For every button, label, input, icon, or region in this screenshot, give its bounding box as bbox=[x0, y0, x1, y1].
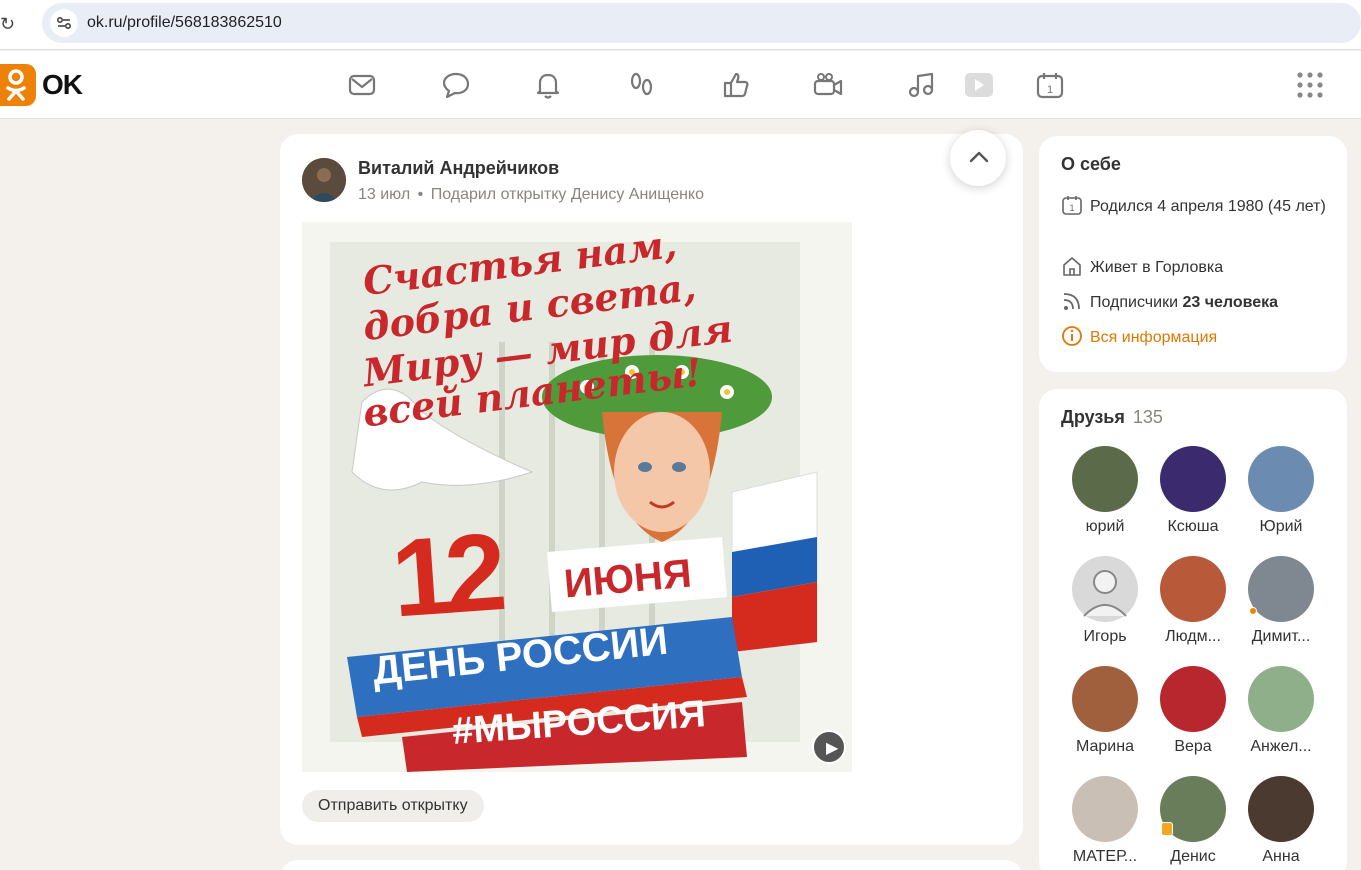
friend-avatar[interactable] bbox=[1248, 666, 1314, 732]
friend-item[interactable]: Вера bbox=[1151, 666, 1235, 776]
location-text: Живет в Горловка bbox=[1090, 259, 1224, 276]
friend-name[interactable]: Анна bbox=[1239, 848, 1323, 866]
friend-item[interactable]: Денис bbox=[1151, 776, 1235, 870]
subscribers-value[interactable]: 23 человека bbox=[1182, 294, 1278, 311]
ok-logo-icon[interactable] bbox=[0, 64, 36, 106]
home-icon bbox=[1061, 255, 1083, 277]
chevron-up-icon bbox=[968, 146, 990, 174]
friend-name[interactable]: Вера bbox=[1151, 738, 1235, 756]
friend-item[interactable]: Димит... bbox=[1239, 556, 1323, 666]
author-avatar[interactable] bbox=[302, 158, 346, 202]
postcard-play-button[interactable]: ▶ bbox=[812, 730, 846, 764]
collapse-button[interactable] bbox=[950, 130, 1006, 186]
all-info-link[interactable]: Вся информация bbox=[1090, 325, 1217, 350]
reload-icon[interactable]: ↻ bbox=[0, 12, 18, 36]
bell-icon[interactable] bbox=[532, 69, 564, 101]
friend-item[interactable]: Игорь bbox=[1063, 556, 1147, 666]
meta-separator: • bbox=[417, 186, 424, 203]
browser-toolbar: ↻ ok.ru/profile/568183862510 bbox=[0, 0, 1361, 50]
friend-avatar[interactable] bbox=[1160, 446, 1226, 512]
friend-name[interactable]: Димит... bbox=[1239, 628, 1323, 646]
mobile-status-icon bbox=[1161, 822, 1173, 836]
birthday-text: Родился 4 апреля 1980 (45 лет) bbox=[1090, 198, 1326, 215]
postcard-day: 12 bbox=[387, 510, 503, 641]
music-icon[interactable] bbox=[906, 69, 938, 101]
site-header: OK 1 bbox=[0, 51, 1361, 119]
friend-name[interactable]: Денис bbox=[1151, 848, 1235, 866]
url-text[interactable]: ok.ru/profile/568183862510 bbox=[87, 14, 282, 32]
friend-name[interactable]: Юрий bbox=[1239, 518, 1323, 536]
friend-item[interactable]: МАТЕР... bbox=[1063, 776, 1147, 870]
friends-card: Друзья 135 юрий Ксюша Юрий Игорь Людм... … bbox=[1039, 389, 1347, 870]
online-status-icon bbox=[1249, 607, 1257, 615]
feed-post: Виталий Андрейчиков 13 июл • Подарил отк… bbox=[280, 130, 1023, 845]
next-feed-post bbox=[280, 860, 1023, 870]
site-settings-icon[interactable] bbox=[50, 9, 78, 37]
author-name[interactable]: Виталий Андрейчиков bbox=[358, 158, 559, 179]
calendar-icon: 1 bbox=[1061, 194, 1083, 216]
friend-avatar[interactable] bbox=[1248, 446, 1314, 512]
subscribers-text: Подписчики 23 человека bbox=[1090, 290, 1278, 315]
play-icon[interactable] bbox=[962, 69, 994, 101]
friend-name[interactable]: Анжел... bbox=[1239, 738, 1323, 756]
rss-icon bbox=[1061, 290, 1083, 312]
friend-name[interactable]: юрий bbox=[1063, 518, 1147, 536]
post-action: Подарил открытку Денису Анищенко bbox=[430, 186, 705, 203]
svg-text:1: 1 bbox=[1069, 203, 1074, 213]
friend-item[interactable]: юрий bbox=[1063, 446, 1147, 556]
friend-name[interactable]: Ксюша bbox=[1151, 518, 1235, 536]
friend-item[interactable]: Марина bbox=[1063, 666, 1147, 776]
friends-count: 135 bbox=[1132, 407, 1163, 427]
video-camera-icon[interactable] bbox=[812, 69, 844, 101]
info-icon bbox=[1061, 325, 1083, 347]
default-avatar-icon[interactable] bbox=[1072, 556, 1138, 622]
mail-icon[interactable] bbox=[346, 69, 378, 101]
postcard-image[interactable]: Счастья нам, добра и света, Миру — мир д… bbox=[302, 222, 852, 772]
friend-item[interactable]: Юрий bbox=[1239, 446, 1323, 556]
friend-name[interactable]: МАТЕР... bbox=[1063, 848, 1147, 866]
friend-avatar[interactable] bbox=[1160, 666, 1226, 732]
svg-text:1: 1 bbox=[1047, 84, 1053, 96]
friend-name[interactable]: Людм... bbox=[1151, 628, 1235, 646]
footprints-icon[interactable] bbox=[626, 69, 658, 101]
friend-name[interactable]: Игорь bbox=[1063, 628, 1147, 646]
friend-item[interactable]: Анжел... bbox=[1239, 666, 1323, 776]
friend-name[interactable]: Марина bbox=[1063, 738, 1147, 756]
logo-text[interactable]: OK bbox=[42, 69, 83, 101]
about-card: О себе 1 Родился 4 апреля 1980 (45 лет) … bbox=[1039, 136, 1347, 372]
friends-label[interactable]: Друзья bbox=[1061, 407, 1125, 427]
friends-title[interactable]: Друзья 135 bbox=[1061, 407, 1163, 428]
friend-avatar[interactable] bbox=[1072, 666, 1138, 732]
friend-avatar[interactable] bbox=[1248, 556, 1314, 622]
post-date[interactable]: 13 июл bbox=[358, 186, 410, 203]
friend-item[interactable]: Ксюша bbox=[1151, 446, 1235, 556]
play-icon: ▶ bbox=[826, 740, 839, 757]
post-meta: 13 июл • Подарил открытку Денису Анищенк… bbox=[358, 186, 704, 204]
friend-avatar[interactable] bbox=[1072, 776, 1138, 842]
calendar-icon[interactable]: 1 bbox=[1034, 69, 1066, 101]
friend-avatar[interactable] bbox=[1248, 776, 1314, 842]
about-title: О себе bbox=[1061, 154, 1121, 174]
subscribers-label: Подписчики bbox=[1090, 294, 1179, 311]
chat-icon[interactable] bbox=[440, 69, 472, 101]
send-postcard-button[interactable]: Отправить открытку bbox=[302, 790, 484, 822]
address-bar[interactable]: ok.ru/profile/568183862510 bbox=[42, 3, 1361, 43]
friend-item[interactable]: Людм... bbox=[1151, 556, 1235, 666]
friend-avatar[interactable] bbox=[1072, 446, 1138, 512]
friend-avatar[interactable] bbox=[1160, 556, 1226, 622]
like-icon[interactable] bbox=[720, 69, 752, 101]
friend-item[interactable]: Анна bbox=[1239, 776, 1323, 870]
apps-grid-icon[interactable] bbox=[1294, 69, 1326, 101]
